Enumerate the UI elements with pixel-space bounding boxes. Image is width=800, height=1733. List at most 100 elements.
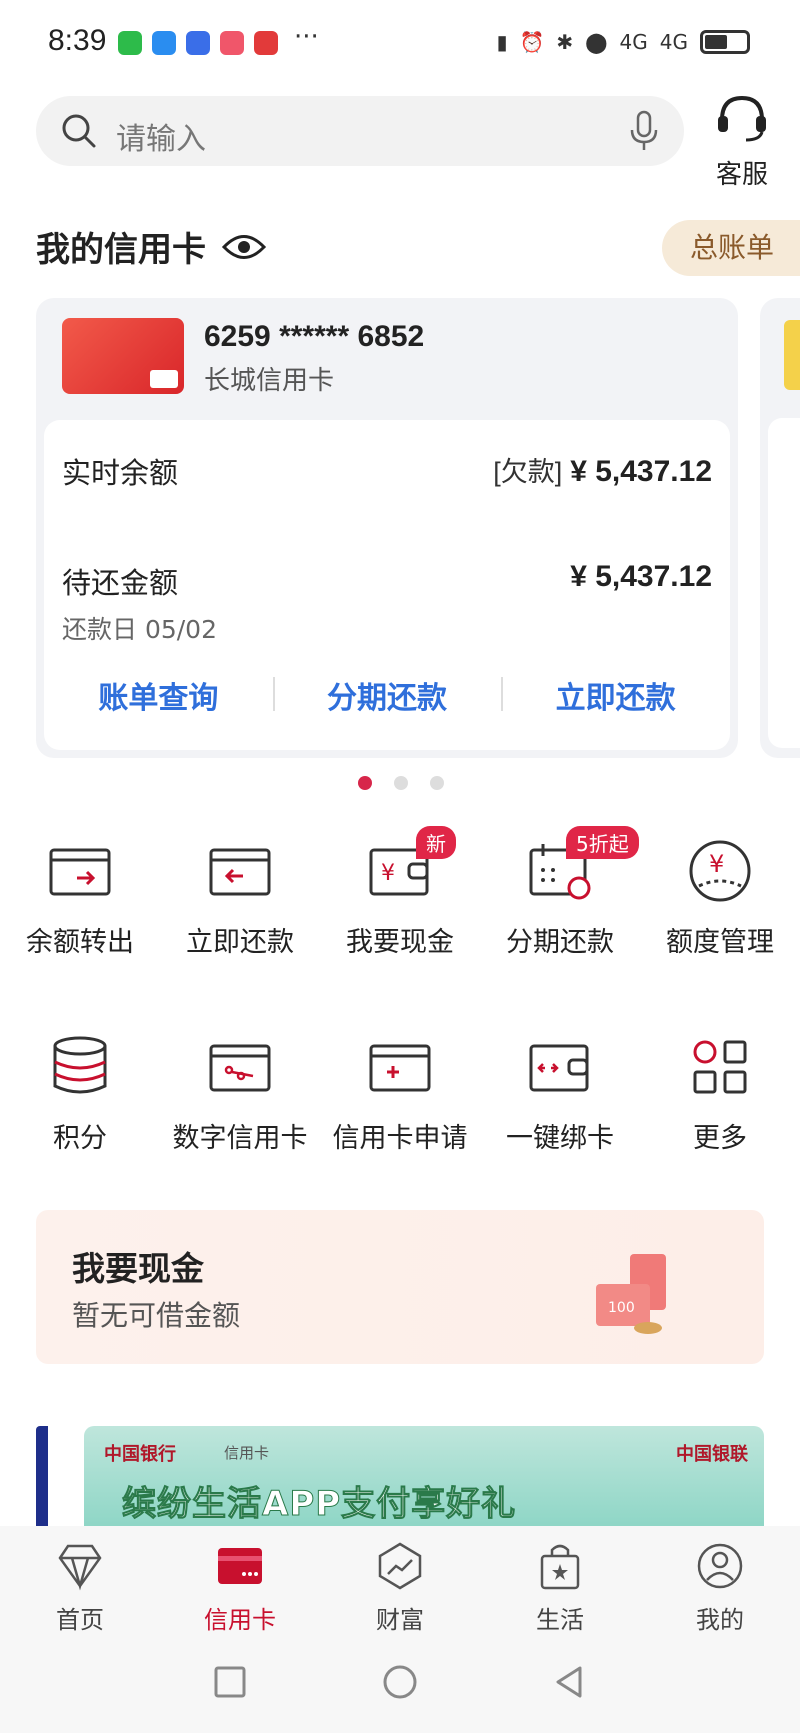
- page-title: 我的信用卡: [36, 230, 206, 270]
- grid-item-digital-card[interactable]: 数字信用卡: [160, 1032, 320, 1155]
- grid-item-points[interactable]: 积分: [0, 1032, 160, 1155]
- grid-label: 一键绑卡: [506, 1123, 614, 1154]
- cash-loan-banner[interactable]: 我要现金 暂无可借金额 100: [36, 1210, 764, 1364]
- grid-label: 额度管理: [666, 927, 774, 958]
- home-circle-icon[interactable]: [380, 1662, 420, 1702]
- message-icon: [152, 31, 176, 55]
- credit-card-panel[interactable]: 6259 ****** 6852 长城信用卡 实时余额 [欠款] ¥ 5,437.…: [36, 298, 738, 758]
- svg-text:100: 100: [608, 1300, 635, 1316]
- grid-label: 余额转出: [26, 927, 134, 958]
- total-bill-button[interactable]: 总账单: [662, 220, 800, 276]
- battery-icon: [700, 30, 750, 54]
- promo-headline: 缤纷生活APP支付享好礼: [121, 1484, 517, 1525]
- svg-text:¥: ¥: [381, 861, 395, 886]
- tab-wealth[interactable]: 财富: [320, 1526, 480, 1642]
- digital-card-icon: [209, 1044, 271, 1092]
- app-icon: [220, 31, 244, 55]
- customer-service-label: 客服: [715, 160, 768, 190]
- diamond-icon: [58, 1544, 102, 1591]
- card-actions: 账单查询 分期还款 立即还款: [44, 660, 730, 730]
- due-amount: ¥ 5,437.12: [570, 560, 712, 593]
- tab-label: 首页: [56, 1606, 104, 1634]
- headset-icon: [718, 95, 766, 142]
- service-grid-row-2: 积分 数字信用卡 信用卡申请 一键绑卡 更多: [0, 1032, 800, 1155]
- nfc-icon: ▮: [496, 30, 508, 54]
- points-icon: [53, 1036, 107, 1094]
- tab-home[interactable]: 首页: [0, 1526, 160, 1642]
- carousel-dot: [358, 776, 372, 790]
- new-badge: 新: [416, 826, 456, 859]
- carousel-dot: [394, 776, 408, 790]
- debt-tag: [欠款]: [493, 457, 563, 487]
- tab-label: 财富: [376, 1606, 424, 1634]
- grid-label: 信用卡申请: [332, 1123, 468, 1154]
- grid-label: 更多: [693, 1123, 747, 1154]
- location-icon: ⬤: [585, 30, 608, 54]
- search-placeholder: 请输入: [116, 122, 206, 157]
- grid-item-cash[interactable]: 新 ¥ 我要现金: [320, 826, 480, 959]
- tab-label: 我的: [696, 1606, 744, 1634]
- promo-prev-peek[interactable]: [36, 1426, 48, 1526]
- app-icon: [186, 31, 210, 55]
- status-bar: 8:39 ··· ▮ ⏰ ✱ ⬤ 4G 4G: [0, 0, 800, 90]
- back-triangle-icon[interactable]: [550, 1662, 590, 1702]
- grid-label: 积分: [53, 1123, 107, 1154]
- bluetooth-icon: ✱: [556, 30, 574, 54]
- profile-icon: [697, 1543, 743, 1589]
- my-cards-header: 我的信用卡: [36, 222, 266, 271]
- card-image: [62, 318, 184, 394]
- due-label: 待还金额: [62, 566, 179, 600]
- installment-button[interactable]: 分期还款: [272, 673, 502, 717]
- status-time: 8:39: [48, 24, 107, 57]
- svg-text:¥: ¥: [709, 850, 724, 878]
- customer-service-button[interactable]: 客服: [712, 90, 772, 191]
- cash-banner-title: 我要现金: [72, 1249, 204, 1288]
- cash-banner-subtitle: 暂无可借金额: [72, 1299, 241, 1332]
- grid-label: 数字信用卡: [172, 1123, 308, 1154]
- status-more: ···: [294, 22, 319, 52]
- promo-banner[interactable]: 中国银行 信用卡 中国银联 缤纷生活APP支付享好礼: [84, 1426, 764, 1526]
- due-date: 还款日 05/02: [62, 615, 217, 644]
- unionpay-logo: 中国银联: [676, 1444, 748, 1465]
- tab-label: 信用卡: [204, 1606, 276, 1634]
- signal-icon: 4G: [659, 30, 688, 54]
- shopping-bag-icon: [540, 1544, 580, 1590]
- recent-apps-icon[interactable]: [210, 1662, 250, 1702]
- alarm-icon: ⏰: [519, 30, 545, 54]
- repay-now-button[interactable]: 立即还款: [501, 673, 730, 717]
- grid-item-repay[interactable]: 立即还款: [160, 836, 320, 959]
- status-right: ▮ ⏰ ✱ ⬤ 4G 4G: [496, 30, 750, 54]
- boc-logo: 中国银行: [104, 1444, 176, 1465]
- next-card-peek[interactable]: [760, 298, 800, 758]
- service-grid-row-1: 余额转出 立即还款 新 ¥ 我要现金 5折起 分期还款 ¥ 额度管理: [0, 826, 800, 959]
- bottom-tab-bar: 首页 信用卡 财富 生活 我的: [0, 1526, 800, 1642]
- unionpay-logo: [150, 370, 178, 388]
- grid-item-installment[interactable]: 5折起 分期还款: [480, 826, 640, 959]
- grid-label: 分期还款: [506, 927, 614, 958]
- tab-credit-card[interactable]: 信用卡: [160, 1526, 320, 1642]
- tab-life[interactable]: 生活: [480, 1526, 640, 1642]
- grid-item-transfer-out[interactable]: 余额转出: [0, 836, 160, 959]
- grid-item-apply-card[interactable]: 信用卡申请: [320, 1032, 480, 1155]
- promo-credit-card-label: 信用卡: [224, 1444, 270, 1462]
- signal-icon: 4G: [619, 30, 648, 54]
- eye-icon[interactable]: [222, 232, 266, 262]
- microphone-icon[interactable]: [628, 110, 660, 152]
- card-number: 6259 ****** 6852: [204, 320, 425, 353]
- search-icon: [62, 114, 96, 148]
- repay-icon: [209, 848, 271, 896]
- system-nav-bar: [0, 1642, 800, 1733]
- search-input[interactable]: 请输入: [36, 96, 684, 166]
- grid-label: 立即还款: [186, 927, 294, 958]
- balance-value: ¥ 5,437.12: [570, 455, 712, 488]
- discount-badge: 5折起: [566, 826, 639, 859]
- bill-query-button[interactable]: 账单查询: [44, 673, 273, 717]
- grid-item-limit[interactable]: ¥ 额度管理: [640, 836, 800, 959]
- wealth-chart-icon: [378, 1542, 422, 1590]
- card-details: 实时余额 [欠款] ¥ 5,437.12 待还金额 ¥ 5,437.12 还款日 …: [44, 420, 730, 750]
- tab-profile[interactable]: 我的: [640, 1526, 800, 1642]
- transfer-out-icon: [49, 848, 111, 896]
- bank-app-icon: [254, 31, 278, 55]
- grid-item-more[interactable]: 更多: [640, 1032, 800, 1155]
- grid-item-bind-card[interactable]: 一键绑卡: [480, 1032, 640, 1155]
